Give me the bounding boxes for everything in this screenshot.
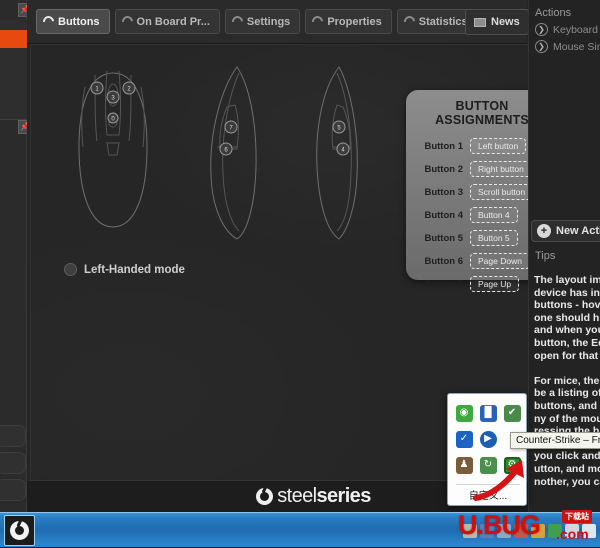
red-arrow-annotation — [473, 460, 524, 501]
swirl-icon — [310, 13, 326, 30]
tab-label: Properties — [327, 15, 382, 28]
wordmark-prefix: steel — [277, 485, 317, 507]
action-item-mouse[interactable]: ❯ Mouse Sin — [529, 36, 600, 53]
button-label: Button 4 — [424, 209, 463, 221]
printer-icon[interactable] — [463, 523, 477, 538]
swirl-icon — [401, 13, 417, 30]
checkmark-app-icon[interactable]: ✓ — [455, 430, 473, 448]
tab-properties[interactable]: Properties — [305, 9, 392, 34]
plus-icon: + — [537, 224, 551, 238]
button-label: Button 2 — [424, 163, 463, 175]
left-collapsed-panels — [0, 425, 27, 506]
tab-on-board-profiles[interactable]: On Board Pr... — [114, 9, 220, 34]
swirl-icon — [229, 13, 246, 30]
tray-tooltip: Counter-Strike – Fna — [510, 432, 600, 449]
mouse-diagram-group: .ol { fill:none; stroke:#6f6f6f; stroke-… — [78, 66, 358, 240]
assignment-chip[interactable]: Button 4 — [470, 207, 518, 223]
eye-icon[interactable]: ◉ — [455, 404, 473, 422]
steelseries-logo-icon — [256, 488, 274, 505]
left-handed-mode-label: Left-Handed mode — [84, 263, 185, 276]
taskbar-steelseries-button[interactable] — [4, 515, 35, 546]
left-edge-strip — [0, 0, 27, 512]
chevron-right-icon: ❯ — [535, 23, 548, 36]
swirl-icon — [119, 13, 135, 30]
button-label: Button 6 — [424, 255, 463, 267]
collapsed-panel-item[interactable] — [0, 425, 26, 447]
button-label: Button 7 — [424, 278, 463, 290]
usb-shield-icon[interactable]: ✔ — [503, 404, 521, 422]
tips-body-text: The layout imag device has inter buttons… — [534, 274, 600, 488]
signal-bars-icon[interactable]: █ — [479, 404, 497, 422]
tab-settings[interactable]: Settings — [224, 9, 301, 34]
button-label: Button 1 — [424, 140, 463, 152]
mouse-right-side-view — [316, 66, 358, 240]
action-item-label: Keyboard S — [553, 23, 600, 36]
assignment-chip[interactable]: Page Down — [470, 253, 530, 269]
volume-icon[interactable] — [565, 523, 579, 538]
button-label: Button 5 — [424, 232, 463, 244]
accent-highlight-bar — [0, 30, 27, 48]
tab-bar: Buttons On Board Pr... Settings Properti… — [27, 0, 527, 44]
gift-icon[interactable] — [514, 523, 528, 538]
assignment-chip[interactable]: Right button — [470, 161, 532, 177]
news-label: News — [491, 16, 520, 28]
chevron-right-icon: ❯ — [535, 40, 548, 53]
taskbar-tray-zone — [450, 513, 600, 548]
radio-icon[interactable] — [64, 263, 77, 276]
security-shield-icon[interactable] — [548, 523, 562, 538]
tab-buttons[interactable]: Buttons — [36, 9, 110, 34]
action-item-keyboard[interactable]: ❯ Keyboard S — [529, 19, 600, 36]
actions-heading: Actions — [535, 7, 572, 19]
newspaper-icon — [474, 17, 486, 27]
network-icon[interactable] — [480, 523, 494, 538]
screen-root: 📌 📌 Buttons On Board Pr... Settings Prop… — [0, 0, 600, 547]
signal-icon[interactable] — [582, 523, 596, 538]
assignment-chip[interactable]: Button 5 — [470, 230, 518, 246]
tips-heading: Tips — [535, 250, 556, 262]
assignment-chip[interactable]: Scroll button — [470, 184, 534, 200]
assignment-chip[interactable]: Left button — [470, 138, 527, 154]
button-label: Button 3 — [424, 186, 463, 198]
media-player-icon[interactable]: ▶ — [479, 430, 497, 448]
tab-label: Statistics — [418, 15, 468, 28]
collapsed-panel-item[interactable] — [0, 452, 26, 474]
tab-label: On Board Pr... — [136, 15, 210, 28]
action-item-label: Mouse Sin — [553, 40, 600, 53]
update-icon[interactable] — [497, 523, 511, 538]
wordmark-suffix: series — [316, 485, 372, 507]
folder-icon[interactable] — [531, 523, 545, 538]
tab-label: Settings — [246, 15, 291, 28]
left-handed-mode-toggle[interactable]: Left-Handed mode — [64, 263, 185, 276]
steelseries-wordmark: steelseries — [277, 485, 372, 508]
tab-label: Buttons — [58, 15, 100, 28]
new-action-button[interactable]: + New Actio — [531, 220, 600, 242]
windows-taskbar — [0, 512, 600, 547]
assignment-chip[interactable]: Page Up — [470, 276, 520, 292]
swirl-icon — [40, 13, 57, 30]
steelseries-logo-icon — [10, 521, 29, 540]
news-button[interactable]: News — [465, 9, 529, 35]
new-action-label: New Actio — [556, 225, 600, 237]
collapsed-panel-item[interactable] — [0, 479, 26, 501]
mouse-left-side-view — [210, 66, 257, 240]
